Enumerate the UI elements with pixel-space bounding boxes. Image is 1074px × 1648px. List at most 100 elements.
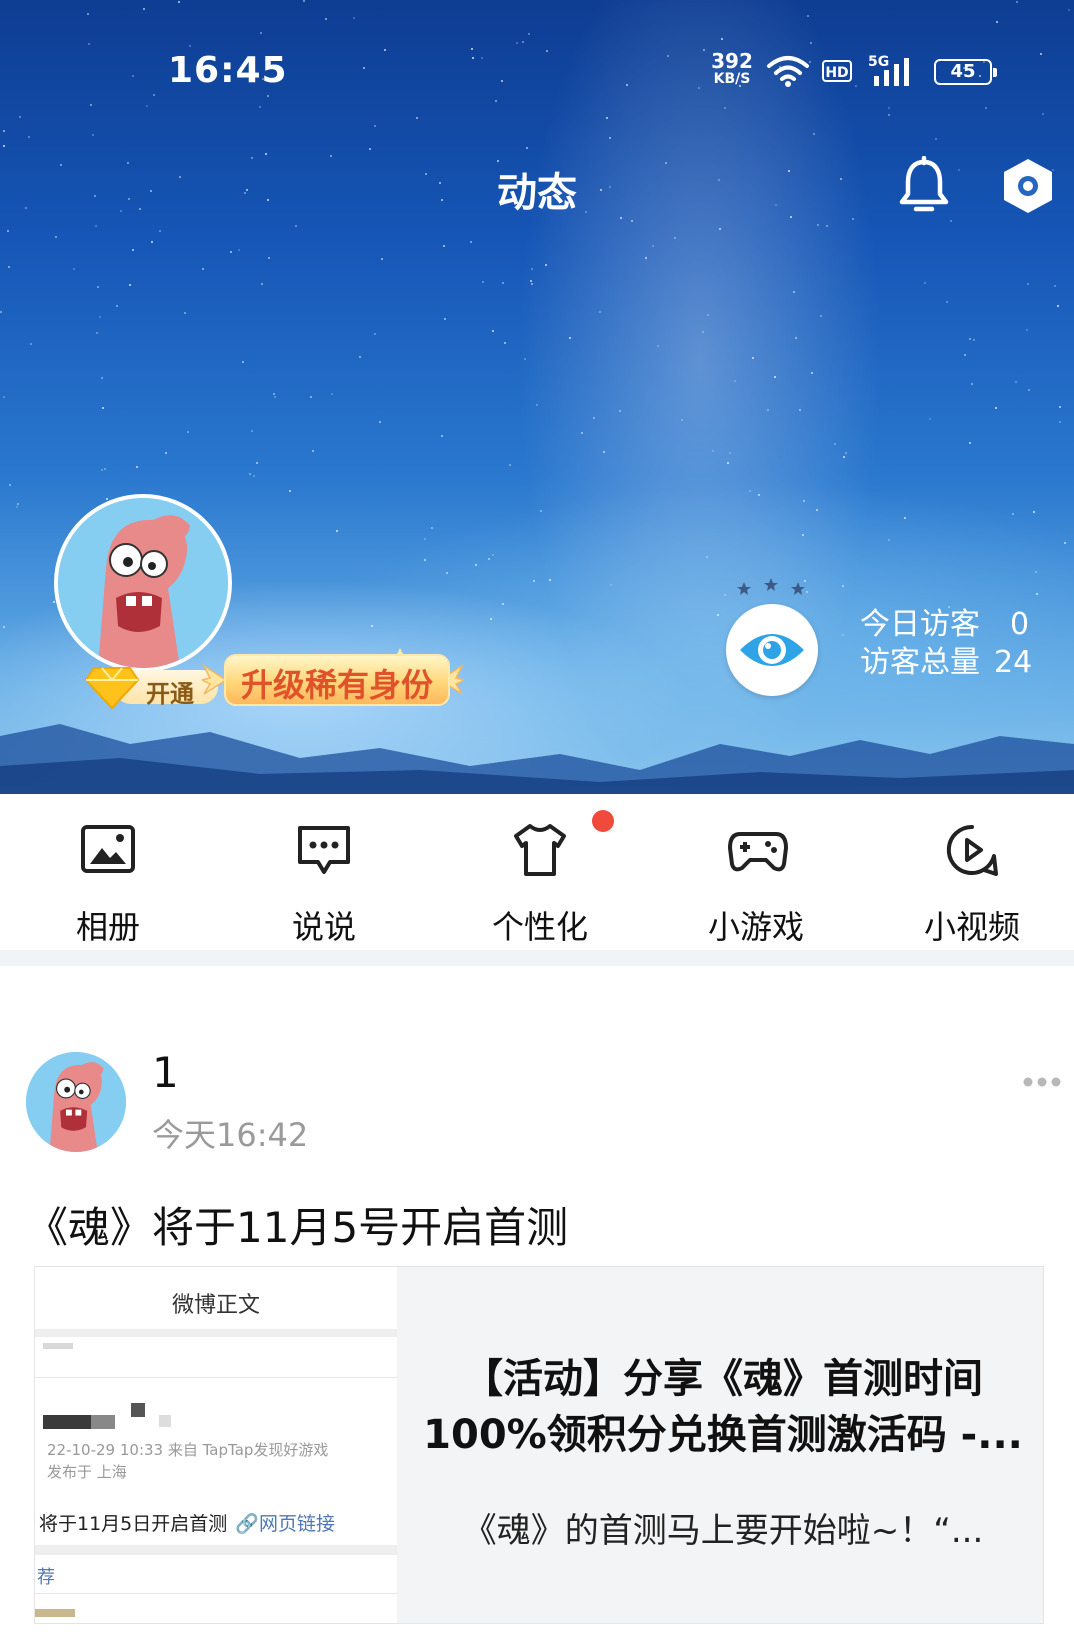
thumbnail-body: 将于11月5日开启首测 🔗网页链接	[39, 1509, 335, 1536]
star-dot	[249, 473, 251, 475]
star-dot	[379, 421, 381, 423]
star-dot	[202, 268, 204, 270]
star-dot	[251, 430, 253, 432]
star-dot	[924, 282, 926, 284]
star-dot	[799, 409, 801, 411]
stars-decoration-icon	[737, 578, 805, 595]
star-dot	[303, 0, 305, 2]
star-dot	[657, 345, 659, 347]
network-speed-value: 392	[711, 49, 753, 73]
tshirt-icon	[514, 824, 566, 876]
star-dot	[810, 42, 812, 44]
star-dot	[950, 220, 952, 222]
star-dot	[1033, 511, 1035, 513]
star-dot	[353, 17, 355, 19]
post-author-name[interactable]: 1	[152, 1048, 179, 1097]
star-dot	[101, 469, 103, 471]
thumbnail-weblink-text: 网页链接	[258, 1513, 335, 1535]
star-dot	[153, 94, 155, 96]
star-dot	[1016, 1, 1018, 3]
visitors-total-value: 24	[994, 645, 1033, 680]
star-dot	[817, 224, 819, 226]
star-dot	[1057, 305, 1059, 307]
star-dot	[475, 564, 477, 566]
quick-action-label: 个性化	[491, 908, 588, 946]
star-dot	[964, 354, 966, 356]
star-dot	[3, 130, 5, 132]
quick-action-short-video[interactable]: 小视频	[864, 794, 1074, 950]
settings-gear-icon[interactable]	[1002, 157, 1054, 215]
star-dot	[1042, 113, 1044, 115]
star-dot	[599, 311, 601, 313]
visitor-stats[interactable]: 今日访客 0 访客总量 24	[860, 606, 1032, 682]
quick-action-personalize[interactable]: 个性化	[432, 794, 648, 950]
star-dot	[842, 585, 844, 587]
star-dot	[996, 21, 998, 23]
star-dot	[524, 358, 526, 360]
star-dot	[703, 49, 705, 51]
star-dot	[904, 517, 906, 519]
star-dot	[444, 318, 446, 320]
star-dot	[443, 245, 445, 247]
star-dot	[289, 490, 291, 492]
star-dot	[441, 435, 443, 437]
visitors-today-value: 0	[1010, 607, 1030, 642]
star-dot	[53, 601, 55, 603]
star-dot	[242, 361, 244, 363]
star-dot	[816, 509, 818, 511]
bell-icon[interactable]	[896, 156, 952, 216]
star-dot	[19, 116, 21, 118]
star-dot	[87, 13, 89, 15]
star-dot	[1026, 329, 1028, 331]
star-dot	[136, 466, 138, 468]
star-dot	[431, 527, 433, 529]
star-dot	[806, 591, 808, 593]
star-dot	[581, 432, 583, 434]
star-dot	[3, 626, 5, 628]
quick-action-mini-games[interactable]: 小游戏	[648, 794, 864, 950]
star-dot	[852, 218, 854, 220]
visitors-today: 今日访客 0	[860, 606, 1032, 644]
star-dot	[189, 45, 191, 47]
gamepad-icon	[728, 832, 788, 872]
star-dot	[929, 418, 931, 420]
star-dot	[530, 280, 532, 282]
thumbnail-location: 发布于 上海	[47, 1463, 127, 1481]
star-dot	[96, 332, 98, 334]
star-dot	[546, 50, 548, 52]
star-dot	[834, 443, 836, 445]
upgrade-rare-identity-button[interactable]: 升级稀有身份	[202, 640, 464, 720]
cover-banner[interactable]: 16:45 392 KB/S HD 5G 45 动态 开通 升级稀有身份 今日访…	[0, 0, 1074, 794]
star-dot	[813, 133, 815, 135]
link-card-title-line1: 【活动】分享《魂》首测时间	[463, 1356, 983, 1402]
quick-actions-bar: 相册 说说 个性化 小游戏 小视频	[0, 794, 1074, 950]
thumbnail-meta: 22-10-29 10:33 来自 TapTap发现好游戏	[47, 1441, 329, 1459]
quick-action-moments[interactable]: 说说	[216, 794, 432, 950]
star-dot	[528, 33, 530, 35]
shared-link-card[interactable]: 微博正文 22-10-29 10:33 来自 TapTap发现好游戏 发布于 上…	[34, 1266, 1044, 1624]
star-dot	[758, 494, 760, 496]
visitor-button[interactable]	[726, 604, 818, 696]
star-dot	[416, 117, 418, 119]
star-dot	[734, 380, 736, 382]
battery-indicator: 45	[934, 59, 997, 85]
star-dot	[146, 105, 148, 107]
quick-action-album[interactable]: 相册	[0, 794, 216, 950]
star-dot	[606, 117, 608, 119]
post-author-avatar[interactable]	[26, 1052, 126, 1152]
star-dot	[667, 55, 669, 57]
post-text: 《魂》将于11月5号开启首测	[26, 1203, 569, 1252]
star-dot	[132, 75, 134, 77]
section-divider	[0, 950, 1074, 966]
more-options-icon[interactable]	[1022, 1076, 1062, 1088]
diamond-icon	[84, 667, 140, 710]
star-dot	[374, 125, 376, 127]
star-dot	[1068, 9, 1070, 11]
star-dot	[470, 241, 472, 243]
link-card-description: 《魂》的首测马上要开始啦~！“...	[462, 1511, 984, 1551]
star-dot	[17, 503, 19, 505]
star-dot	[104, 468, 106, 470]
star-dot	[132, 249, 134, 251]
network-speed-unit: KB/S	[713, 71, 751, 87]
star-dot	[888, 114, 890, 116]
